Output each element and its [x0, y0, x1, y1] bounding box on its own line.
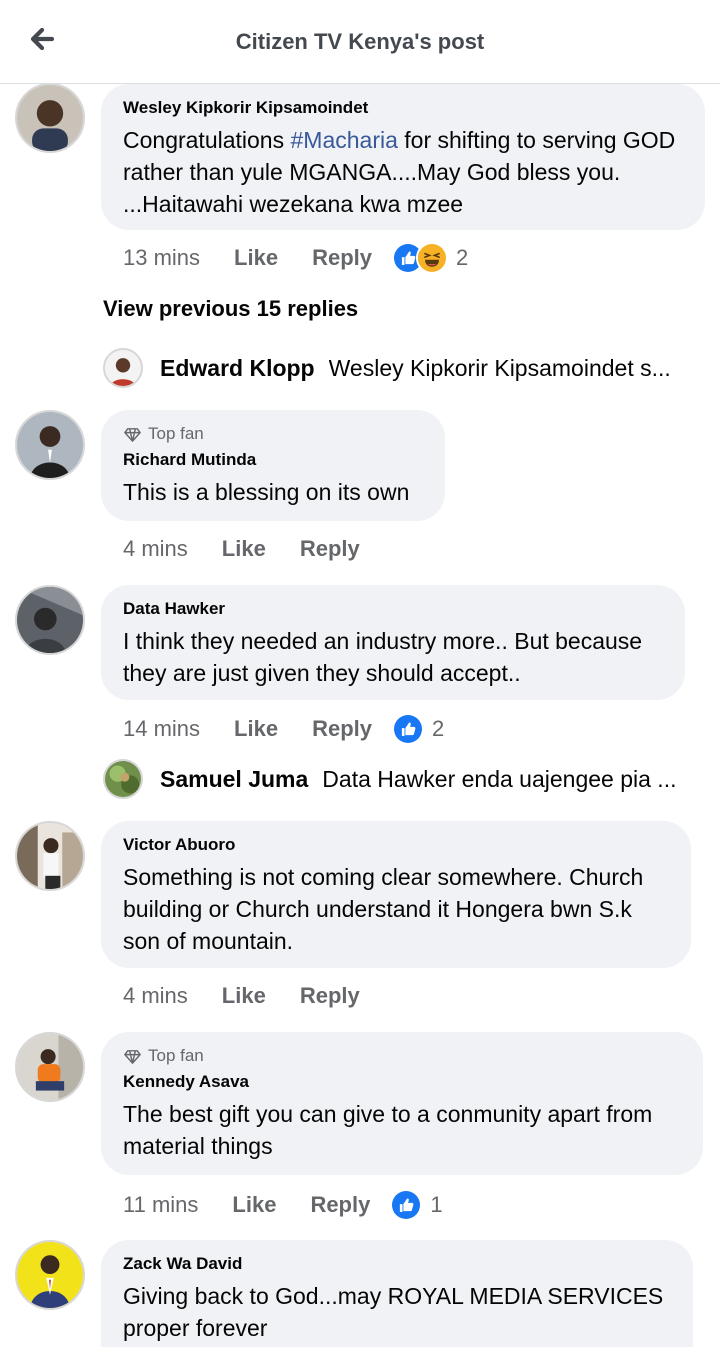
avatar[interactable]: [103, 759, 143, 799]
comments-page: Citizen TV Kenya's post Wesley Kipkorir …: [0, 0, 720, 1347]
diamond-icon: [124, 1049, 141, 1064]
like-button[interactable]: Like: [234, 716, 278, 742]
reaction-count: 2: [456, 245, 469, 270]
top-fan-label: Top fan: [148, 424, 204, 443]
comment-text: Something is not coming clear somewhere.…: [123, 864, 644, 954]
comment-actions: 13 mins Like Reply 2: [123, 242, 468, 274]
like-reaction-icon: [392, 713, 424, 745]
comment-text: The best gift you can give to a conmunit…: [123, 1101, 653, 1159]
reactions-summary[interactable]: 1: [390, 1189, 443, 1221]
comment-bubble: Zack Wa David Giving back to God...may R…: [101, 1240, 693, 1347]
comment-bubble: Wesley Kipkorir Kipsamoindet Congratulat…: [101, 84, 705, 230]
avatar[interactable]: [15, 821, 85, 891]
top-fan-badge: Top fan: [123, 424, 423, 444]
avatar[interactable]: [15, 1240, 85, 1310]
reply-snippet: Wesley Kipkorir Kipsamoindet s...: [328, 354, 671, 381]
page-title: Citizen TV Kenya's post: [235, 29, 485, 54]
comment-text: I think they needed an industry more.. B…: [123, 628, 643, 686]
comment-author[interactable]: Wesley Kipkorir Kipsamoindet: [123, 98, 683, 118]
timestamp: 14 mins: [123, 716, 201, 741]
comment-actions: 14 mins Like Reply 2: [123, 713, 444, 745]
comment-bubble: Top fan Richard Mutinda This is a blessi…: [101, 410, 445, 521]
avatar[interactable]: [103, 348, 143, 388]
comment-actions: 4 mins Like Reply: [123, 983, 394, 1009]
reply-author[interactable]: Edward Klopp: [160, 355, 315, 382]
reply-button[interactable]: Reply: [300, 983, 360, 1009]
timestamp: 13 mins: [123, 245, 201, 270]
view-previous-replies-link[interactable]: View previous 15 replies: [103, 296, 358, 322]
timestamp: 4 mins: [123, 536, 188, 561]
avatar[interactable]: [15, 585, 85, 655]
reactions-summary[interactable]: 2: [392, 713, 444, 745]
diamond-icon: [124, 427, 141, 442]
timestamp: 11 mins: [123, 1192, 199, 1217]
haha-reaction-icon: [416, 242, 448, 274]
top-bar: Citizen TV Kenya's post: [0, 0, 720, 84]
avatar[interactable]: [15, 410, 85, 480]
comment-text: Congratulations #Macharia for shifting t…: [123, 124, 683, 220]
top-fan-label: Top fan: [148, 1046, 204, 1065]
reaction-count: 2: [432, 716, 445, 741]
comment-text: This is a blessing on its own: [123, 479, 410, 505]
comment-actions: 11 mins Like Reply 1: [123, 1189, 443, 1221]
avatar[interactable]: [15, 1032, 85, 1102]
hashtag-link[interactable]: #Macharia: [291, 127, 398, 153]
comment-author[interactable]: Zack Wa David: [123, 1254, 671, 1274]
like-reaction-icon: [390, 1189, 423, 1221]
reply-button[interactable]: Reply: [300, 536, 360, 562]
reply-preview[interactable]: Edward Klopp Wesley Kipkorir Kipsamoinde…: [103, 348, 703, 388]
reactions-summary[interactable]: 2: [392, 242, 468, 274]
reply-button[interactable]: Reply: [312, 245, 372, 271]
comment-actions: 4 mins Like Reply: [123, 536, 394, 562]
timestamp: 4 mins: [123, 983, 188, 1008]
like-button[interactable]: Like: [222, 983, 266, 1009]
like-button[interactable]: Like: [222, 536, 266, 562]
like-button[interactable]: Like: [234, 245, 278, 271]
reaction-count: 1: [430, 1192, 443, 1217]
comment-author[interactable]: Data Hawker: [123, 599, 663, 619]
comment-author[interactable]: Victor Abuoro: [123, 835, 669, 855]
comment-author[interactable]: Richard Mutinda: [123, 450, 423, 470]
reply-button[interactable]: Reply: [310, 1192, 370, 1218]
reply-preview[interactable]: Samuel Juma Data Hawker enda uajengee pi…: [103, 759, 703, 799]
comment-bubble: Data Hawker I think they needed an indus…: [101, 585, 685, 700]
comment-bubble: Victor Abuoro Something is not coming cl…: [101, 821, 691, 968]
comment-author[interactable]: Kennedy Asava: [123, 1072, 681, 1092]
comment-text: Giving back to God...may ROYAL MEDIA SER…: [123, 1283, 664, 1341]
avatar[interactable]: [15, 83, 85, 153]
reply-snippet: Data Hawker enda uajengee pia ...: [322, 765, 677, 792]
comment-bubble: Top fan Kennedy Asava The best gift you …: [101, 1032, 703, 1175]
top-fan-badge: Top fan: [123, 1046, 681, 1066]
comment-text-start: Congratulations: [123, 127, 291, 153]
reply-author[interactable]: Samuel Juma: [160, 766, 308, 793]
like-button[interactable]: Like: [232, 1192, 276, 1218]
reply-button[interactable]: Reply: [312, 716, 372, 742]
